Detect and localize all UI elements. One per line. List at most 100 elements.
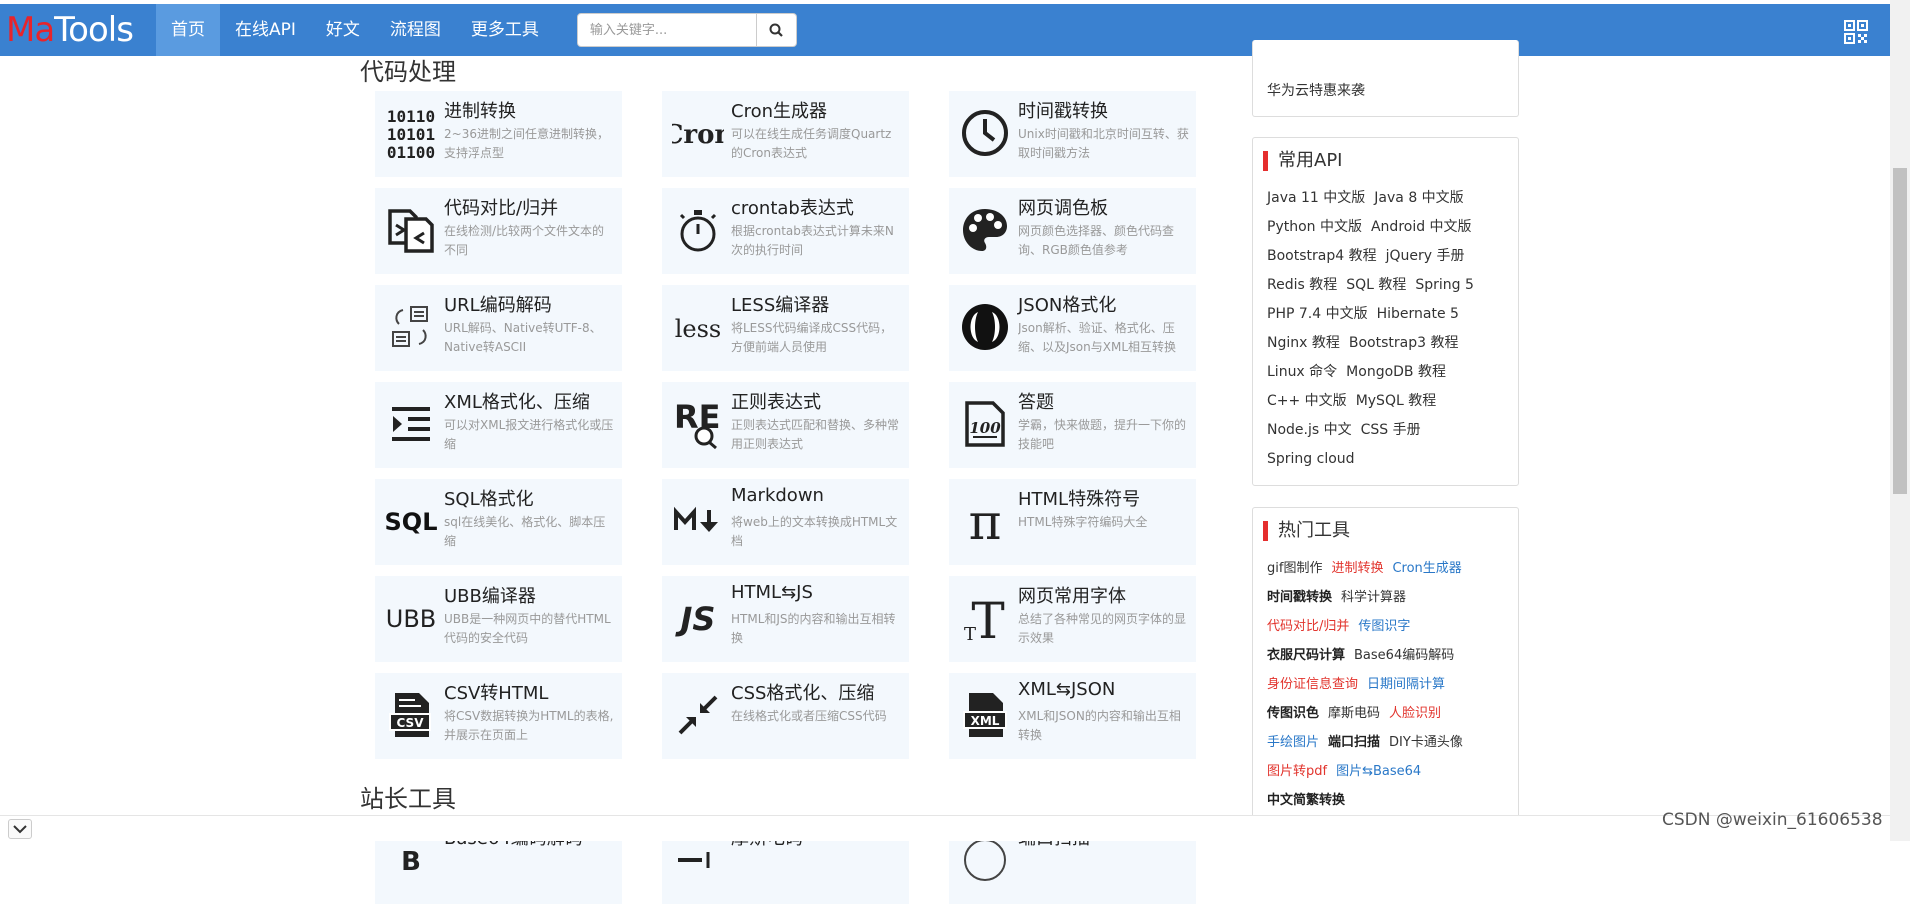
tool-desc: XML和JSON的内容和输出互相转换 (1018, 709, 1181, 742)
nav-flowchart[interactable]: 流程图 (375, 4, 456, 56)
tool-desc: HTML和JS的内容和输出互相转换 (731, 612, 896, 645)
api-link-hibernate[interactable]: Hibernate 5 (1377, 300, 1459, 329)
tool-desc: 2~36进制之间任意进制转换，支持浮点型 (444, 127, 609, 160)
api-link-bootstrap4[interactable]: Bootstrap4 教程 (1267, 242, 1377, 271)
tool-card-csv[interactable]: CSV CSV转HTML 将CSV数据转换为HTML的表格,并展示在页面上 (375, 673, 622, 759)
indent-icon (385, 394, 437, 454)
scrollbar-thumb[interactable] (1893, 168, 1907, 494)
hot-link-timestamp[interactable]: 时间戳转换 (1267, 583, 1332, 612)
tool-card-sql[interactable]: SQL SQL格式化 sql在线美化、格式化、脚本压缩 (375, 479, 622, 565)
tool-card-exam[interactable]: 100 答题 学霸，快来做题，提升一下你的技能吧 (949, 382, 1196, 468)
hot-link-binary[interactable]: 进制转换 (1331, 554, 1383, 583)
api-link-nginx[interactable]: Nginx 教程 (1267, 329, 1340, 358)
hot-link-date-diff[interactable]: 日期间隔计算 (1367, 670, 1445, 699)
tool-card-css[interactable]: CSS格式化、压缩 在线格式化或者压缩CSS代码 (662, 673, 909, 759)
api-link-mysql[interactable]: MySQL 教程 (1356, 387, 1437, 416)
api-link-android[interactable]: Android 中文版 (1371, 213, 1472, 242)
nav-home[interactable]: 首页 (156, 4, 220, 56)
tool-title: JSON格式化 (1018, 295, 1117, 316)
tool-title: SQL格式化 (444, 489, 534, 510)
api-section-title: 常用API (1253, 146, 1518, 176)
api-link-redis[interactable]: Redis 教程 (1267, 271, 1337, 300)
hot-link-morse[interactable]: 摩斯电码 (1328, 699, 1380, 728)
tool-card-crontab[interactable]: crontab表达式 根据crontab表达式计算未来N次的执行时间 (662, 188, 909, 274)
hot-link-calculator[interactable]: 科学计算器 (1341, 583, 1406, 612)
tool-card-fonts[interactable]: TT 网页常用字体 总结了各种常见的网页字体的显示效果 (949, 576, 1196, 662)
tool-desc: Unix时间戳和北京时间互转、获取时间戳方法 (1018, 127, 1189, 160)
api-link-php[interactable]: PHP 7.4 中文版 (1267, 300, 1368, 329)
tool-card-diff[interactable]: 代码对比/归并 在线检测/比较两个文件文本的不同 (375, 188, 622, 274)
api-link-css[interactable]: CSS 手册 (1361, 416, 1421, 445)
hot-link-idcard[interactable]: 身份证信息查询 (1267, 670, 1358, 699)
tool-card-markdown[interactable]: Markdown 将web上的文本转换成HTML文档 (662, 479, 909, 565)
search-input[interactable] (576, 13, 757, 47)
tool-desc: 在线检测/比较两个文件文本的不同 (444, 224, 605, 257)
tool-desc: 网页颜色选择器、颜色代码查询、RGB颜色值参考 (1018, 224, 1175, 257)
hot-link-gif[interactable]: gif图制作 (1267, 554, 1322, 583)
svg-text:SQL: SQL (385, 508, 437, 536)
nav-articles[interactable]: 好文 (311, 4, 375, 56)
js-icon: JS (672, 588, 724, 648)
hot-link-sketch[interactable]: 手绘图片 (1267, 728, 1319, 757)
tool-card-cron[interactable]: Cron Cron生成器 可以在线生成任务调度Quartz的Cron表达式 (662, 91, 909, 177)
hot-link-cron[interactable]: Cron生成器 (1392, 554, 1461, 583)
tool-card-timestamp[interactable]: 时间戳转换 Unix时间戳和北京时间互转、获取时间戳方法 (949, 91, 1196, 177)
api-link-java8[interactable]: Java 8 中文版 (1374, 184, 1463, 213)
qrcode-icon[interactable] (1844, 20, 1868, 44)
api-link-java11[interactable]: Java 11 中文版 (1267, 184, 1365, 213)
tool-card-html-entities[interactable]: π HTML特殊符号 HTML特殊字符编码大全 (949, 479, 1196, 565)
tool-card-xml-json[interactable]: XML XML⇆JSON XML和JSON的内容和输出互相转换 (949, 673, 1196, 759)
api-link-python[interactable]: Python 中文版 (1267, 213, 1362, 242)
vertical-scrollbar[interactable] (1890, 0, 1910, 841)
hot-link-chinese-convert[interactable]: 中文简繁转换 (1267, 786, 1345, 815)
tool-title: 时间戳转换 (1018, 101, 1108, 122)
tool-card-palette[interactable]: 网页调色板 网页颜色选择器、颜色代码查询、RGB颜色值参考 (949, 188, 1196, 274)
api-link-jquery[interactable]: jQuery 手册 (1386, 242, 1465, 271)
promo-link[interactable]: 华为云特惠来袭 (1267, 80, 1365, 100)
tool-title: crontab表达式 (731, 198, 854, 219)
hot-link-img-pdf[interactable]: 图片转pdf (1267, 757, 1327, 786)
hot-link-diff[interactable]: 代码对比/归并 (1267, 612, 1349, 641)
tool-card-xml-format[interactable]: XML格式化、压缩 可以对XML报文进行格式化或压缩 (375, 382, 622, 468)
hot-link-ocr[interactable]: 传图识字 (1358, 612, 1410, 641)
svg-text:JS: JS (675, 600, 716, 638)
tool-title: 进制转换 (444, 101, 516, 122)
site-logo[interactable]: Ma Tools (0, 4, 156, 56)
hot-link-face[interactable]: 人脸识别 (1389, 699, 1441, 728)
hot-link-port-scan[interactable]: 端口扫描 (1328, 728, 1380, 757)
tool-card-json[interactable]: JSON格式化 Json解析、验证、格式化、压缩、以及Json与XML相互转换 (949, 285, 1196, 371)
svg-text:100: 100 (969, 419, 1001, 437)
api-link-linux[interactable]: Linux 命令 (1267, 358, 1337, 387)
hot-link-color-pick[interactable]: 传图识色 (1267, 699, 1319, 728)
tool-title: HTML特殊符号 (1018, 489, 1141, 510)
tool-card-url[interactable]: URL编码解码 URL解码、Native转UTF-8、Native转ASCII (375, 285, 622, 371)
json-icon (959, 297, 1011, 357)
nav-more-tools[interactable]: 更多工具 (456, 4, 554, 56)
api-link-mongodb[interactable]: MongoDB 教程 (1346, 358, 1446, 387)
collapse-button[interactable] (8, 819, 32, 839)
api-link-bootstrap3[interactable]: Bootstrap3 教程 (1349, 329, 1459, 358)
svg-text:π: π (969, 495, 1002, 547)
tool-card-less[interactable]: {less} LESS编译器 将LESS代码编译成CSS代码，方便前端人员使用 (662, 285, 909, 371)
api-link-nodejs[interactable]: Node.js 中文 (1267, 416, 1352, 445)
nav-online-api[interactable]: 在线API (220, 4, 311, 56)
tool-title: Cron生成器 (731, 101, 827, 122)
bottom-bar (0, 815, 1890, 841)
tool-card-binary[interactable]: 10110 10101 01100 进制转换 2~36进制之间任意进制转换，支持浮点… (375, 91, 622, 177)
api-link-spring5[interactable]: Spring 5 (1415, 271, 1474, 300)
api-link-springcloud[interactable]: Spring cloud (1267, 445, 1355, 474)
tool-card-html-js[interactable]: JS HTML⇆JS HTML和JS的内容和输出互相转换 (662, 576, 909, 662)
api-link-sql[interactable]: SQL 教程 (1346, 271, 1406, 300)
hot-link-clothes-size[interactable]: 衣服尺码计算 (1267, 641, 1345, 670)
hot-link-base64[interactable]: Base64编码解码 (1354, 641, 1454, 670)
svg-text:01100: 01100 (387, 143, 435, 160)
hot-link-avatar[interactable]: DIY卡通头像 (1389, 728, 1463, 757)
tool-desc: 根据crontab表达式计算未来N次的执行时间 (731, 224, 894, 257)
svg-text:UBB: UBB (386, 605, 437, 633)
search-button[interactable] (756, 13, 797, 47)
api-link-cpp[interactable]: C++ 中文版 (1267, 387, 1347, 416)
hot-link-img-base64[interactable]: 图片⇆Base64 (1336, 757, 1421, 786)
tool-card-ubb[interactable]: UBB UBB编译器 UBB是一种网页中的替代HTML代码的安全代码 (375, 576, 622, 662)
svg-text:XML: XML (971, 714, 1000, 728)
tool-card-regex[interactable]: RE 正则表达式 正则表达式匹配和替换、多种常用正则表达式 (662, 382, 909, 468)
